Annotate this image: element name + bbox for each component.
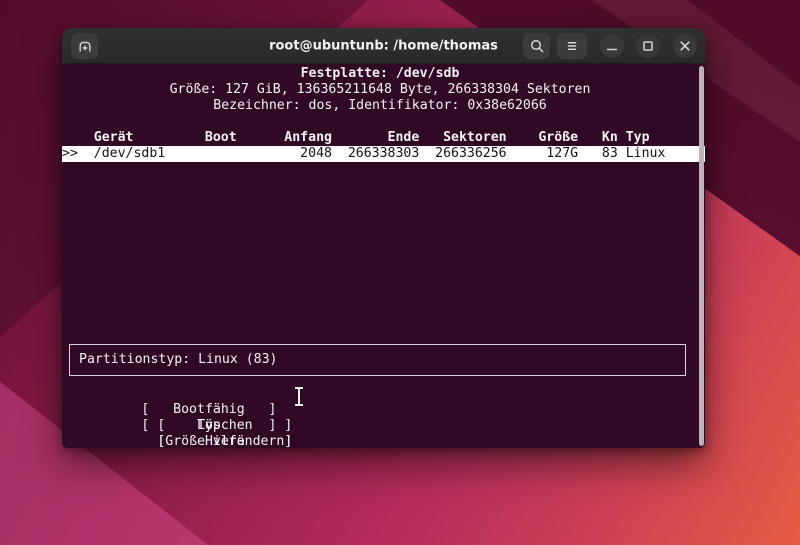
text-cursor-pointer [294,387,304,406]
disk-title-line: Festplatte: /dev/sdb [300,66,460,81]
table-header-row: Gerät Boot Anfang Ende Sektoren Größe Kn… [62,130,650,145]
close-button[interactable] [673,34,697,58]
partition-type-text: Partitionstyp: Linux (83) [79,352,278,367]
desktop: root@ubuntunb: /home/thomas Festplatte: … [0,0,800,545]
maximize-icon [636,34,660,58]
table-row-selected[interactable]: >> /dev/sdb1 2048 266338303 266336256 12… [62,146,705,162]
maximize-button[interactable] [636,34,660,58]
new-tab-icon [77,38,93,54]
search-icon [529,38,545,54]
disk-label-line: Bezeichner: dos, Identifikator: 0x38e620… [213,98,547,113]
menu-button[interactable] [557,33,587,59]
partition-type-box: Partitionstyp: Linux (83) [69,344,686,376]
menu-row-1: [ Bootfähig ] [ Löschen ] [Größe verände… [62,386,292,448]
terminal-window: root@ubuntunb: /home/thomas Festplatte: … [62,28,705,448]
terminal-screen[interactable]: Festplatte: /dev/sdb Größe: 127 GiB, 136… [62,64,705,448]
close-icon [673,34,697,58]
minimize-button[interactable] [600,34,624,58]
new-tab-button[interactable] [71,33,98,59]
menu-row-2: [ Typ ] [ Hilfe ] [ Schreib. ] [ Speiche… [62,402,292,448]
minimize-icon [600,34,624,58]
window-title: root@ubuntunb: /home/thomas [269,38,498,53]
disk-size-line: Größe: 127 GiB, 136365211648 Byte, 26633… [169,82,591,97]
titlebar[interactable]: root@ubuntunb: /home/thomas [62,28,705,64]
hamburger-icon [564,38,580,54]
help-button[interactable]: [ Hilfe ] [157,434,292,448]
terminal-scrollbar[interactable] [699,66,704,446]
search-button[interactable] [523,33,550,59]
type-button[interactable]: [ Typ ] [141,418,276,434]
